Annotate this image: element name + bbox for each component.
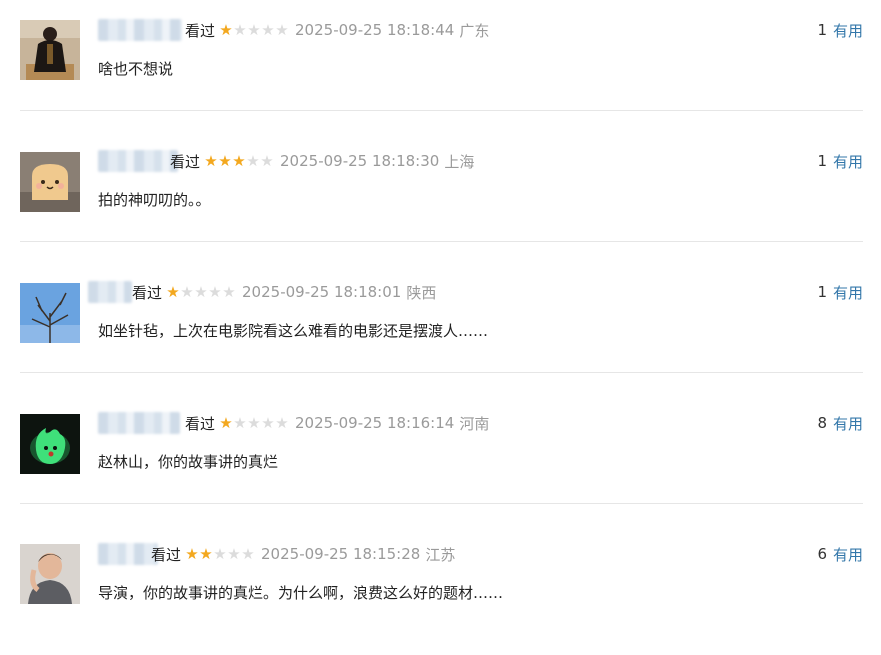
useful-button[interactable]: 有用 (833, 544, 863, 565)
rating-stars: ★ ★ ★ ★ ★ (219, 20, 289, 39)
divider (20, 503, 863, 504)
star-icon: ★ (194, 282, 208, 301)
avatar[interactable] (20, 283, 80, 343)
star-icon: ★ (204, 151, 218, 170)
review-comment: 拍的神叨叨的。。 (98, 191, 211, 209)
star-icon: ★ (199, 544, 213, 563)
star-icon: ★ (222, 282, 236, 301)
review-location: 陕西 (406, 283, 437, 302)
review-time: 2025-09-25 18:15:28 (261, 545, 421, 563)
username-redacted[interactable] (88, 281, 132, 303)
review-meta: 看过 ★ ★ ★ ★ ★ 2025-09-25 18:16:14 河南 (185, 412, 489, 434)
review-time: 2025-09-25 18:18:01 (242, 283, 402, 301)
watch-status: 看过 (170, 152, 201, 171)
review-meta: 看过 ★ ★ ★ ★ ★ 2025-09-25 18:18:01 陕西 (132, 281, 436, 303)
review-comment: 如坐针毡，上次在电影院看这么难看的电影还是摆渡人…… (98, 322, 489, 340)
username-redacted[interactable] (98, 19, 182, 41)
divider (20, 110, 863, 111)
star-icon: ★ (219, 20, 233, 39)
review-location: 河南 (459, 414, 490, 433)
useful-button[interactable]: 有用 (833, 151, 863, 172)
star-icon: ★ (218, 151, 232, 170)
vote-count: 1 (817, 283, 827, 301)
rating-stars: ★ ★ ★ ★ ★ (219, 413, 289, 432)
star-icon: ★ (241, 544, 255, 563)
username-redacted[interactable] (98, 150, 178, 172)
rating-stars: ★ ★ ★ ★ ★ (185, 544, 255, 563)
star-icon: ★ (208, 282, 222, 301)
review-comment: 赵林山，你的故事讲的真烂 (98, 453, 279, 471)
review-item: 看过 ★ ★ ★ ★ ★ 2025-09-25 18:18:30 上海 1 有用 拍的神… (0, 131, 881, 262)
vote-area: 1 有用 (817, 150, 863, 172)
watch-status: 看过 (151, 545, 182, 564)
star-icon: ★ (261, 413, 275, 432)
star-icon: ★ (185, 544, 199, 563)
star-icon: ★ (213, 544, 227, 563)
rating-stars: ★ ★ ★ ★ ★ (204, 151, 274, 170)
star-icon: ★ (247, 413, 261, 432)
star-icon: ★ (227, 544, 241, 563)
star-icon: ★ (233, 413, 247, 432)
review-list: 看过 ★ ★ ★ ★ ★ 2025-09-25 18:18:44 广东 1 有用 啥也不… (0, 0, 881, 605)
useful-button[interactable]: 有用 (833, 282, 863, 303)
avatar[interactable] (20, 414, 80, 474)
star-icon: ★ (261, 20, 275, 39)
vote-area: 6 有用 (817, 543, 863, 565)
star-icon: ★ (219, 413, 233, 432)
divider (20, 241, 863, 242)
avatar[interactable] (20, 20, 80, 80)
star-icon: ★ (247, 20, 261, 39)
username-redacted[interactable] (98, 543, 158, 565)
avatar[interactable] (20, 152, 80, 212)
review-location: 广东 (459, 21, 490, 40)
review-comment: 啥也不想说 (98, 60, 174, 78)
vote-area: 8 有用 (817, 412, 863, 434)
star-icon: ★ (246, 151, 260, 170)
star-icon: ★ (260, 151, 274, 170)
star-icon: ★ (166, 282, 180, 301)
vote-count: 8 (817, 414, 827, 432)
star-icon: ★ (233, 20, 247, 39)
review-location: 江苏 (425, 545, 456, 564)
review-meta: 看过 ★ ★ ★ ★ ★ 2025-09-25 18:18:44 广东 (185, 19, 489, 41)
star-icon: ★ (180, 282, 194, 301)
vote-area: 1 有用 (817, 19, 863, 41)
review-time: 2025-09-25 18:16:14 (295, 414, 455, 432)
username-redacted[interactable] (98, 412, 180, 434)
review-time: 2025-09-25 18:18:30 (280, 152, 440, 170)
vote-count: 1 (817, 152, 827, 170)
watch-status: 看过 (185, 21, 216, 40)
review-item: 看过 ★ ★ ★ ★ ★ 2025-09-25 18:16:14 河南 8 有用 赵林山… (0, 393, 881, 524)
rating-stars: ★ ★ ★ ★ ★ (166, 282, 236, 301)
star-icon: ★ (275, 413, 289, 432)
star-icon: ★ (232, 151, 246, 170)
watch-status: 看过 (132, 283, 163, 302)
review-meta: 看过 ★ ★ ★ ★ ★ 2025-09-25 18:18:30 上海 (170, 150, 474, 172)
review-comment: 导演，你的故事讲的真烂。为什么啊，浪费这么好的题材…… (98, 584, 504, 602)
review-time: 2025-09-25 18:18:44 (295, 21, 455, 39)
review-location: 上海 (444, 152, 475, 171)
review-item: 看过 ★ ★ ★ ★ ★ 2025-09-25 18:15:28 江苏 6 有用 导演，… (0, 524, 881, 655)
watch-status: 看过 (185, 414, 216, 433)
useful-button[interactable]: 有用 (833, 20, 863, 41)
vote-count: 6 (817, 545, 827, 563)
vote-count: 1 (817, 21, 827, 39)
review-item: 看过 ★ ★ ★ ★ ★ 2025-09-25 18:18:44 广东 1 有用 啥也不… (0, 0, 881, 131)
review-item: 看过 ★ ★ ★ ★ ★ 2025-09-25 18:18:01 陕西 1 有用 如坐针… (0, 262, 881, 393)
useful-button[interactable]: 有用 (833, 413, 863, 434)
review-meta: 看过 ★ ★ ★ ★ ★ 2025-09-25 18:15:28 江苏 (151, 543, 455, 565)
divider (20, 372, 863, 373)
avatar[interactable] (20, 544, 80, 604)
vote-area: 1 有用 (817, 281, 863, 303)
star-icon: ★ (275, 20, 289, 39)
